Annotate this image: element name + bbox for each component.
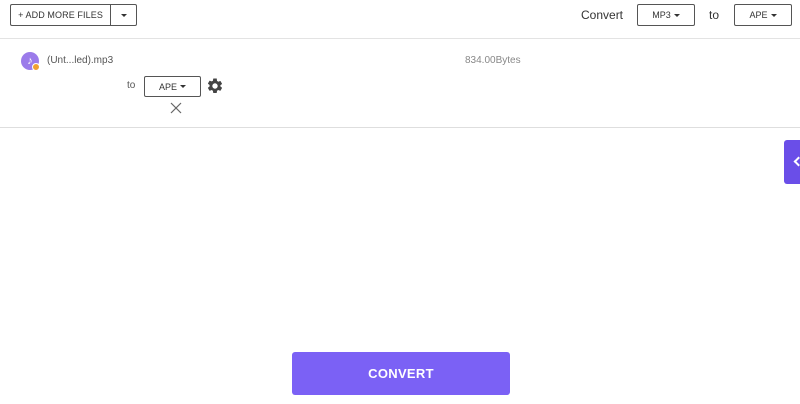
add-files-dropdown-button[interactable]	[110, 4, 137, 26]
toolbar: + ADD MORE FILES Convert MP3 to APE	[0, 0, 800, 39]
file-name: (Unt...led).mp3	[47, 55, 114, 66]
convert-label: Convert	[581, 8, 624, 22]
chevron-down-icon	[120, 13, 127, 17]
file-status-dot	[32, 63, 40, 71]
music-note-icon: ♪	[21, 52, 40, 71]
chevron-down-icon	[180, 85, 186, 88]
file-target-format-select[interactable]: APE	[144, 76, 201, 97]
convert-button[interactable]: CONVERT	[292, 352, 510, 395]
remove-file-button[interactable]	[170, 101, 182, 114]
chevron-down-icon	[673, 13, 680, 17]
convert-button-label: CONVERT	[368, 366, 434, 381]
add-more-files-label: + ADD MORE FILES	[18, 10, 103, 20]
chevron-left-icon	[793, 156, 800, 167]
side-panel-toggle[interactable]	[784, 140, 800, 184]
settings-button[interactable]	[206, 77, 224, 95]
page: + ADD MORE FILES Convert MP3 to APE ♪ (U…	[0, 0, 800, 404]
to-label: to	[709, 8, 720, 22]
close-icon	[170, 102, 182, 114]
file-row: ♪ (Unt...led).mp3 834.00Bytes to APE	[0, 39, 800, 128]
add-files-group: + ADD MORE FILES	[10, 4, 137, 26]
add-more-files-button[interactable]: + ADD MORE FILES	[10, 4, 110, 26]
source-format-select[interactable]: MP3	[637, 4, 695, 26]
target-format-select[interactable]: APE	[734, 4, 792, 26]
target-format-value: APE	[749, 10, 768, 20]
file-size: 834.00Bytes	[465, 55, 521, 66]
file-target-format-value: APE	[158, 81, 177, 92]
file-to-label: to	[127, 80, 136, 91]
chevron-down-icon	[770, 13, 777, 17]
gear-icon	[207, 78, 223, 93]
source-format-value: MP3	[652, 10, 671, 20]
